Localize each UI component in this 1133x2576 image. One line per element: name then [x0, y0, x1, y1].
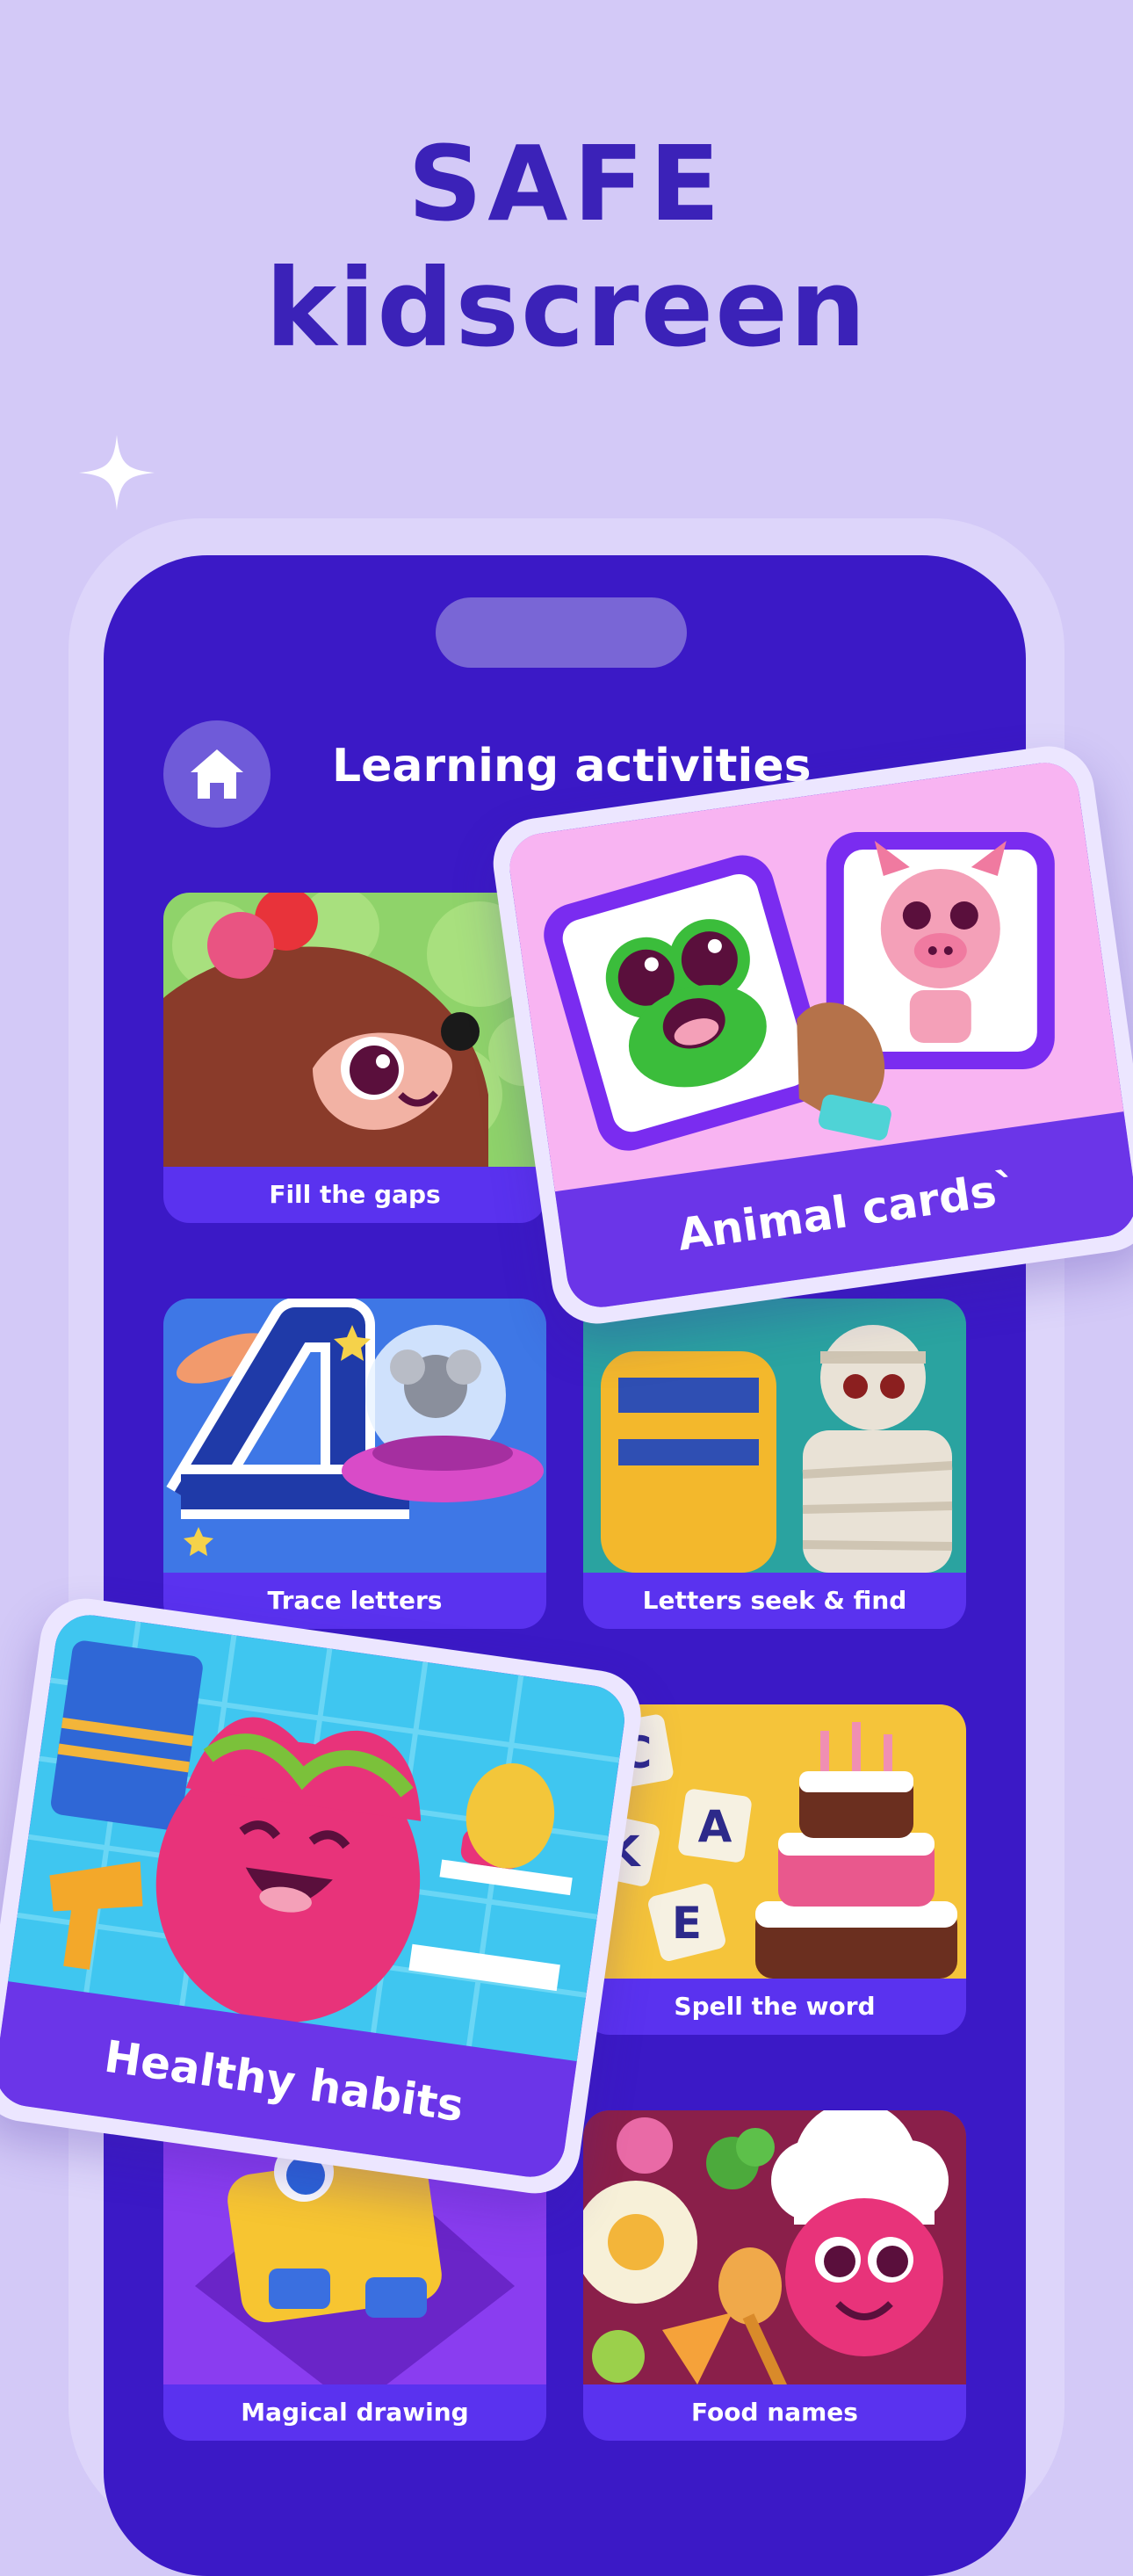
trace-letter-illustration: [163, 1299, 546, 1573]
healthy-habits-panel: Healthy habits: [0, 1610, 630, 2182]
svg-text:A: A: [698, 1801, 732, 1852]
screen-title: Learning activities: [332, 740, 812, 792]
tile-label: Food names: [691, 2397, 858, 2427]
cake-illustration: C A K E: [583, 1704, 966, 1979]
hero-title-safe: SAFE: [408, 123, 725, 244]
activity-tile-food-names[interactable]: Food names: [583, 2110, 966, 2441]
featured-card-healthy-habits[interactable]: Healthy habits: [0, 1592, 647, 2200]
hero-title-kidscreen: kidscreen: [265, 246, 868, 371]
tile-label: Letters seek & find: [642, 1585, 907, 1615]
phone-notch: [436, 597, 687, 668]
hedgehog-illustration: [163, 893, 546, 1167]
activity-tile-letters-seek-find[interactable]: Letters seek & find: [583, 1299, 966, 1629]
activity-tile-trace-letters[interactable]: Trace letters: [163, 1299, 546, 1629]
activity-tile-spell-the-word[interactable]: C A K E Spell the word: [583, 1704, 966, 2035]
tile-label: Spell the word: [674, 1991, 876, 2021]
animal-cards-panel: Animal cards`: [505, 758, 1133, 1312]
tile-label: Fill the gaps: [269, 1179, 441, 1209]
svg-text:E: E: [672, 1898, 702, 1949]
mummy-illustration: [583, 1299, 966, 1573]
activity-tile-fill-the-gaps[interactable]: Fill the gaps: [163, 893, 546, 1223]
chef-illustration: [583, 2110, 966, 2384]
home-icon: [191, 749, 243, 799]
tile-label: Magical drawing: [241, 2397, 469, 2427]
letter-block-a: A: [678, 1789, 752, 1863]
featured-card-animal-cards[interactable]: Animal cards`: [487, 740, 1133, 1330]
home-button[interactable]: [163, 720, 271, 828]
sparkle-icon: [79, 435, 155, 510]
